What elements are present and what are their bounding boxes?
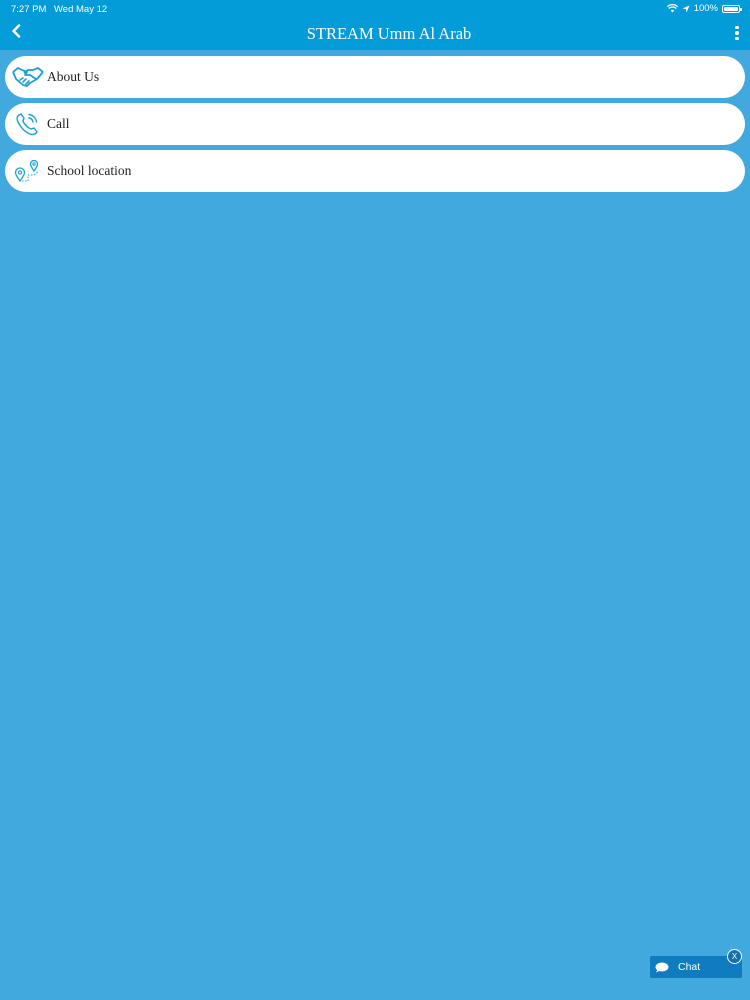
menu-item-school-location[interactable]: School location xyxy=(5,150,745,192)
status-right: 100% xyxy=(666,3,742,14)
battery-icon xyxy=(722,4,742,13)
status-date: Wed May 12 xyxy=(54,4,108,15)
chat-bubble-icon xyxy=(655,961,669,973)
menu-item-label: School location xyxy=(47,163,132,178)
chat-close-button[interactable]: X xyxy=(727,949,742,964)
menu-list: About Us Call School location xyxy=(5,56,745,197)
menu-item-label: Call xyxy=(47,116,70,131)
status-bar: 7:27 PM Wed May 12 100% xyxy=(0,0,750,18)
location-arrow-icon xyxy=(682,5,690,13)
handshake-icon xyxy=(10,62,46,92)
phone-icon xyxy=(10,109,46,139)
menu-item-about-us[interactable]: About Us xyxy=(5,56,745,98)
vertical-ellipsis-icon xyxy=(735,25,739,30)
menu-item-call[interactable]: Call xyxy=(5,103,745,145)
menu-item-label: About Us xyxy=(47,69,100,84)
chat-label: Chat xyxy=(678,961,701,973)
more-options-button[interactable] xyxy=(732,23,742,43)
map-pin-route-icon xyxy=(10,156,46,186)
status-time: 7:27 PM xyxy=(11,4,47,15)
page-title: STREAM Umm Al Arab xyxy=(306,24,472,43)
wifi-icon xyxy=(666,4,678,13)
battery-percent: 100% xyxy=(693,3,718,14)
